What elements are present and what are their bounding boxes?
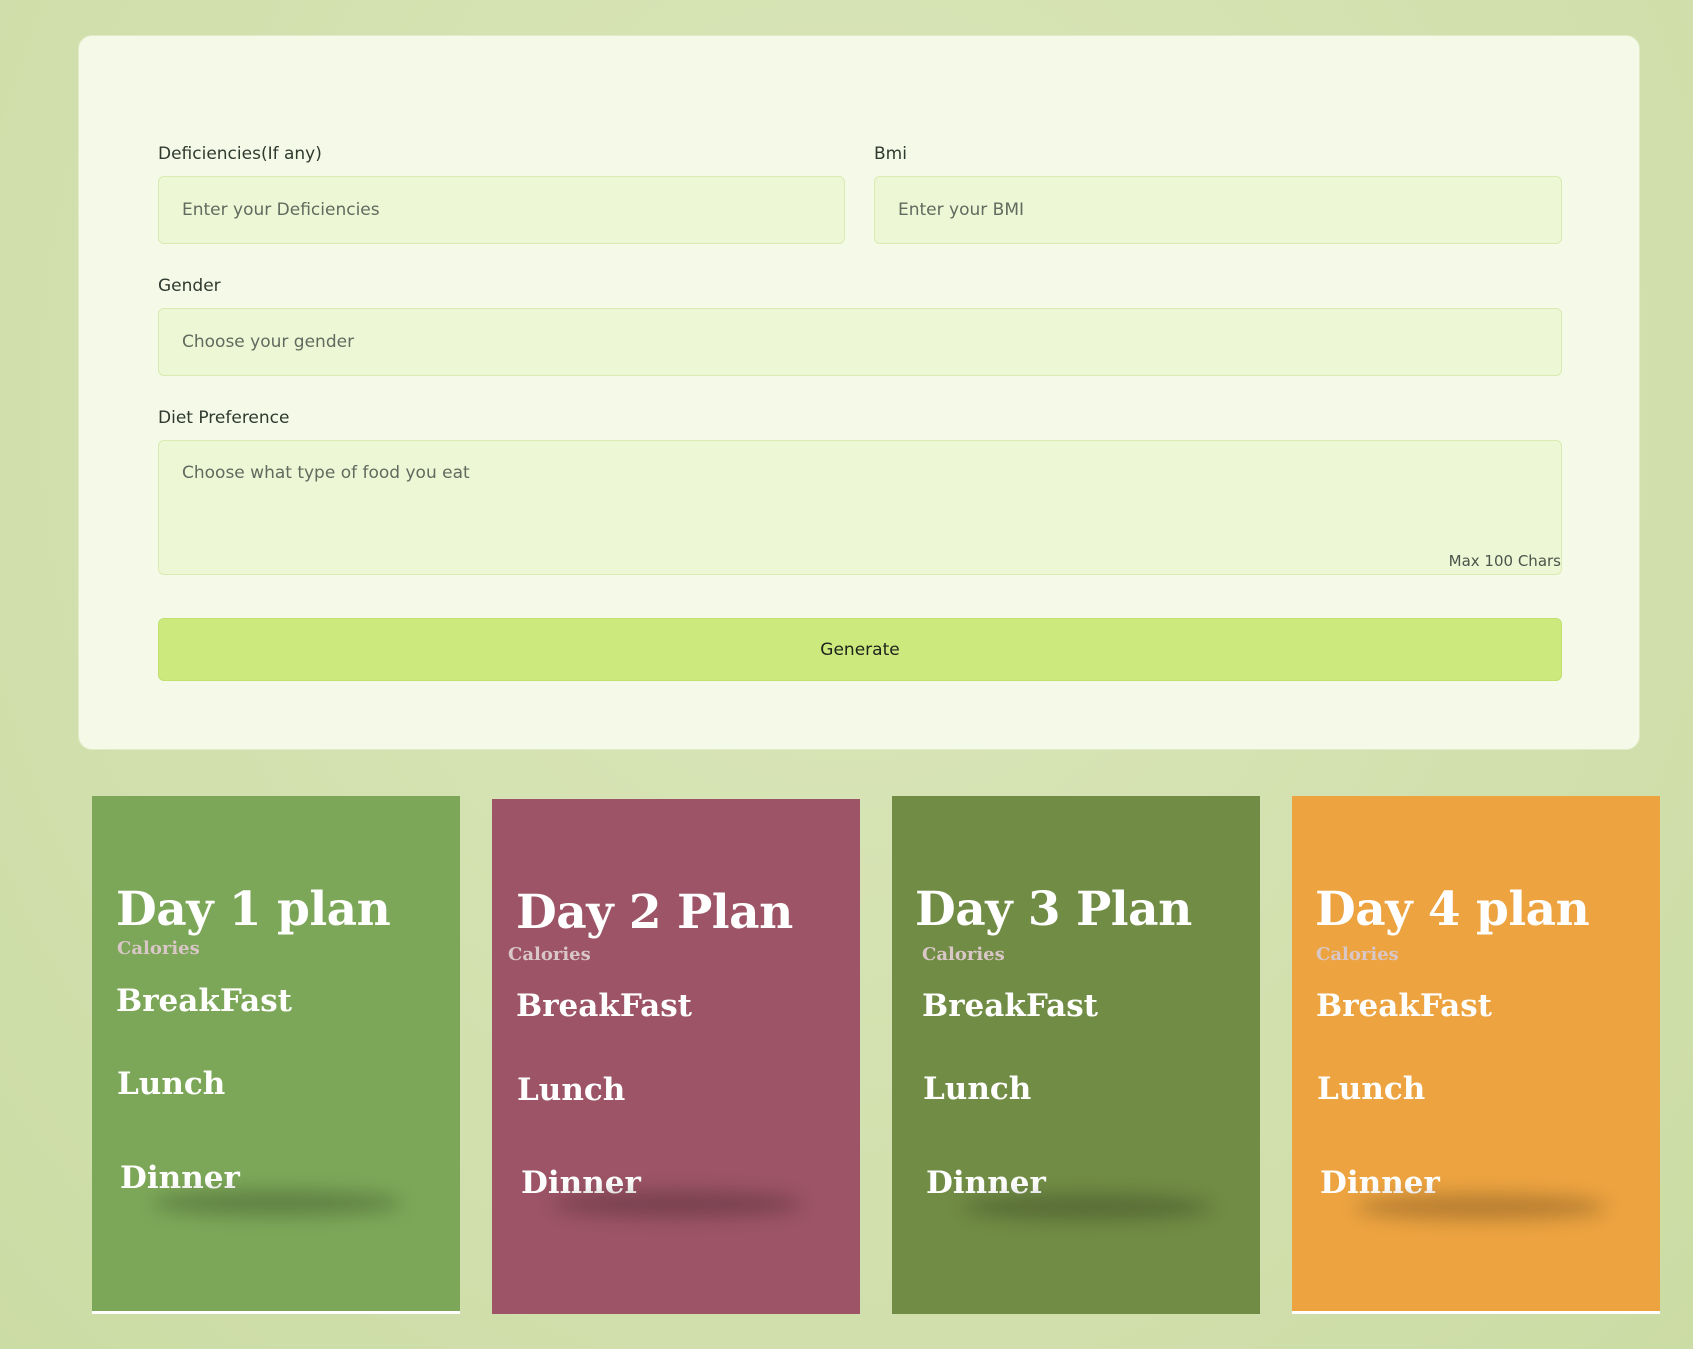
bmi-input[interactable]	[874, 176, 1562, 244]
deficiencies-input[interactable]	[158, 176, 845, 244]
breakfast-label: BreakFast	[922, 988, 1098, 1024]
dinner-label: Dinner	[926, 1165, 1046, 1201]
lunch-label: Lunch	[517, 1072, 626, 1108]
plan-title: Day 4 plan	[1315, 882, 1590, 937]
plan-card-day-1: Day 1 plan Calories BreakFast Lunch Dinn…	[92, 796, 460, 1314]
calories-label: Calories	[1316, 944, 1399, 965]
plan-card-day-4: Day 4 plan Calories BreakFast Lunch Dinn…	[1292, 796, 1660, 1314]
plan-title: Day 1 plan	[116, 882, 391, 937]
breakfast-label: BreakFast	[1316, 988, 1492, 1024]
lunch-label: Lunch	[117, 1066, 226, 1102]
card-shadow	[1356, 1194, 1606, 1220]
card-shadow	[152, 1190, 402, 1216]
breakfast-label: BreakFast	[516, 988, 692, 1024]
gender-input[interactable]	[158, 308, 1562, 376]
plan-title: Day 3 Plan	[915, 882, 1192, 937]
dinner-label: Dinner	[120, 1160, 240, 1196]
calories-label: Calories	[508, 944, 591, 965]
plan-title: Day 2 Plan	[516, 885, 793, 940]
generate-button[interactable]: Generate	[158, 618, 1562, 681]
diet-form-card: Deficiencies(If any) Bmi Gender Diet Pre…	[78, 35, 1640, 750]
card-shadow	[962, 1194, 1212, 1220]
bmi-label: Bmi	[874, 144, 907, 164]
calories-label: Calories	[117, 938, 200, 959]
dinner-label: Dinner	[1320, 1165, 1440, 1201]
plan-card-day-2: Day 2 Plan Calories BreakFast Lunch Dinn…	[492, 799, 860, 1314]
diet-preference-label: Diet Preference	[158, 408, 290, 428]
card-shadow	[552, 1191, 802, 1217]
deficiencies-label: Deficiencies(If any)	[158, 144, 322, 164]
char-limit-note: Max 100 Chars	[1448, 552, 1561, 570]
plan-card-day-3: Day 3 Plan Calories BreakFast Lunch Dinn…	[892, 796, 1260, 1314]
diet-preference-textarea[interactable]	[158, 440, 1562, 575]
lunch-label: Lunch	[923, 1071, 1032, 1107]
breakfast-label: BreakFast	[116, 983, 292, 1019]
calories-label: Calories	[922, 944, 1005, 965]
gender-label: Gender	[158, 276, 221, 296]
lunch-label: Lunch	[1317, 1071, 1426, 1107]
